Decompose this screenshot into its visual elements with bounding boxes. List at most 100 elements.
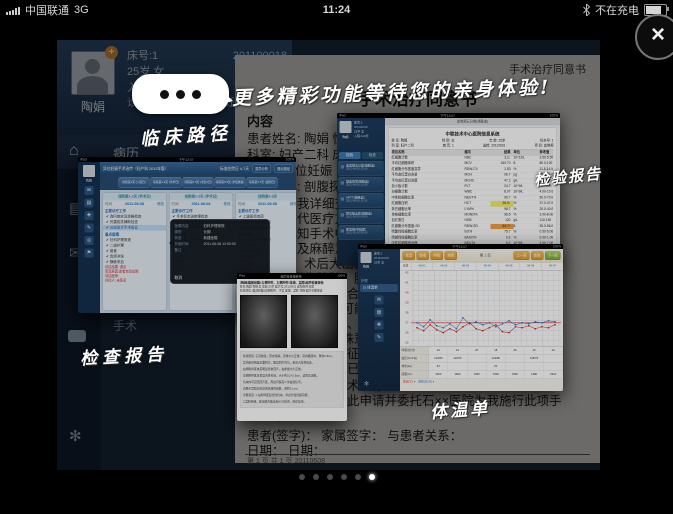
temp-toolbar-button: 脉搏 xyxy=(417,251,430,260)
y-axis-label: 35 xyxy=(400,342,410,345)
ultrasound-image xyxy=(240,295,287,348)
column-header: 住院第2-3天 xyxy=(236,193,296,201)
sidebar-icon: ▤ xyxy=(375,308,384,317)
y-axis-label: 41 xyxy=(400,282,410,285)
pathway-sidebar: 陶娟 ✉▤✚✎◎⚑ xyxy=(78,162,100,313)
lab-list-item: 肝功能全套(静脉血)2011-05-31 09:00 xyxy=(339,209,384,224)
pathway-button-exit: 退出路径 xyxy=(274,165,293,173)
clock: 11:24 xyxy=(0,4,673,16)
date-cell: 06-06 xyxy=(520,263,542,271)
y-axis-label: 42 xyxy=(400,272,410,275)
sidebar-icon: ◎ xyxy=(85,236,94,245)
page-indicator: 第 1 页 xyxy=(459,253,513,258)
lab-report-title: 中联技术中心医院信息系统 xyxy=(392,130,554,139)
gear-icon: ✻ xyxy=(364,380,369,387)
y-axis-label: 38 xyxy=(400,312,410,315)
date-cell: 06-05 xyxy=(498,263,520,271)
temperature-chart: 4241403938373635 xyxy=(400,271,563,347)
column-header: 住院第1-2天 (手术日) xyxy=(170,193,233,201)
doc-footer: 第 1 页 共 1 页 20110608 xyxy=(247,456,325,466)
temp-sidebar: 陶娟 床号:120110001825岁 女 护理 体温单 ✉▤✚✎ ✻ xyxy=(358,249,400,391)
page-dot[interactable] xyxy=(369,474,375,480)
doc-section-label: 内容 xyxy=(247,111,273,130)
speech-bubble xyxy=(132,74,229,114)
stage-pill: 住院第1天 (入院日) xyxy=(119,177,150,188)
chat-bubble-icon xyxy=(68,330,86,342)
chart-legend: 体温(℃) ● 脉搏(次/分) ● xyxy=(400,379,563,385)
sidebar-icon: ✚ xyxy=(375,321,384,330)
stage-pill: 住院第2-3天 (术后1日) xyxy=(183,177,214,188)
bed-number: 床号:1 xyxy=(127,48,158,64)
ultrasound-image xyxy=(291,295,338,348)
close-button[interactable]: × xyxy=(635,14,673,60)
page-dot[interactable] xyxy=(355,474,361,480)
table-row-label: 体重(kg) xyxy=(400,363,429,371)
y-axis-label: 36 xyxy=(400,332,410,335)
handwriting-temp-label: 体温单 xyxy=(429,394,491,423)
stage-pill: 住院第3-5天 (术后恢复) xyxy=(215,177,246,188)
sidebar-icon: ✎ xyxy=(85,224,94,233)
date-cell: 06-03 xyxy=(454,263,476,271)
finding-line: 2.盆腔积液。建议结合临床及HCG检查，随诊复查。 xyxy=(243,399,341,406)
app-screen: 中国联通 3G 11:24 不在充电 ✎ + 陶娟 床号:1201100018 … xyxy=(0,0,673,514)
pathway-title: 异位妊娠手术治疗（妇产科 2011年版） xyxy=(103,166,217,172)
temp-toolbar-button: 疼痛 xyxy=(445,251,458,260)
lab-list-item: APTT(静脉血)2011-06-01 11:00 xyxy=(339,193,384,208)
nursing-group-label: 护理 xyxy=(358,277,400,284)
mini-avatar xyxy=(340,121,352,133)
vitals-table: 呼吸(次/分)20192018201920 血压(mmHg)120/80118/… xyxy=(400,347,563,380)
table-row-label: 呼吸(次/分) xyxy=(400,347,429,355)
y-axis-label: 40 xyxy=(400,292,410,295)
lab-list-item: 凝血四项(静脉血)2011-06-01 12:00 xyxy=(339,177,384,192)
sidebar-icon: ✚ xyxy=(85,211,94,220)
variance-note: 评估人: 未签名 xyxy=(103,279,166,284)
query-button: 查询 xyxy=(531,251,544,260)
stage-row: 住院第1天 (入院日)住院第1-2天 (手术日)住院第2-3天 (术后1日)住院… xyxy=(100,175,296,190)
temp-toolbar-button: 呼吸 xyxy=(431,251,444,260)
shot-exam-report: iPad超声检查报告单100% (陶娟)腹部经腹±左侧附件、右侧附件(常规、盆腔… xyxy=(237,273,347,421)
report-name-strip: 血常规五分类(静脉血) xyxy=(385,118,560,126)
status-bar: 中国联通 3G 11:24 不在充电 xyxy=(0,0,673,20)
column-header: 住院第1-2天 (手术日) xyxy=(103,193,166,201)
lab-tab: 检查 xyxy=(362,152,383,159)
sidebar-icon: ▤ xyxy=(85,199,94,208)
gear-icon: ✻ xyxy=(69,427,82,445)
patient-name: 陶娟 xyxy=(71,98,115,115)
lab-list-item: 血常规五分类(静脉血)2011-06-01 12:00 xyxy=(339,161,384,176)
page-dot[interactable] xyxy=(313,474,319,480)
sidebar-icon: ✉ xyxy=(85,186,94,195)
shot-temperature-chart: iPad下午12:07100% 陶娟 床号:120110001825岁 女 护理… xyxy=(358,244,563,391)
table-row-label: 血压(mmHg) xyxy=(400,355,429,363)
sidebar-icon: ⚑ xyxy=(85,249,94,258)
mini-avatar xyxy=(361,252,372,263)
exam-findings: 检查所见: 子宫前位，形态饱满，宫体大小正常，宫内膜居中，厚约0.8cm。宫内未… xyxy=(240,351,344,408)
handwriting-exam-label: 检查报告 xyxy=(79,340,168,370)
tutorial-overlay-stage[interactable]: ✎ + 陶娟 床号:1201100018 25岁 女 入院:110天 诊断:(O… xyxy=(0,20,673,514)
exam-site-line: 检查部位: 腹部经腹±双侧附件、子宫 常规、盆腔 住院 超声诊断申请 xyxy=(240,289,344,293)
popover-cancel-button: 取消 xyxy=(175,275,183,281)
prev-week-button: 上一周 xyxy=(514,251,530,260)
date-cell: 06-01 xyxy=(411,263,433,271)
sidebar-icon: ✉ xyxy=(375,296,384,305)
stage-pill: 住院第4-7天 (出院日) xyxy=(247,177,278,188)
date-cell: 06-04 xyxy=(476,263,498,271)
temp-chart-svg xyxy=(411,271,561,346)
page-dot[interactable] xyxy=(327,474,333,480)
record-list-fragment: 手术 xyxy=(113,317,137,334)
page-dot[interactable] xyxy=(299,474,305,480)
pathway-column: 住院第1-2天 (手术日) 时间2011-06-08修改 主要诊疗工作 询问病史… xyxy=(103,193,167,311)
table-row-label: 尿量(ml) xyxy=(400,371,429,379)
temp-toolbar-button: 体温 xyxy=(403,251,416,260)
pathway-button-variance: 变异分析 xyxy=(252,165,271,173)
lab-tab: 检验 xyxy=(339,152,360,159)
next-week-button: 下一周 xyxy=(545,251,561,260)
standard-stay-label: 标准住院日 4-7天 xyxy=(220,166,249,172)
add-badge-icon: + xyxy=(105,46,118,59)
stage-pill: 住院第1-2天 (手术日) xyxy=(151,177,182,188)
page-dot[interactable] xyxy=(341,474,347,480)
lab-list-item: 尿常规(中段尿)2011-05-30 08:00 xyxy=(339,225,384,240)
date-cell: 06-02 xyxy=(433,263,455,271)
temp-chart-menu-item: 体温单 xyxy=(360,284,398,292)
temp-toolbar: 体温脉搏呼吸疼痛 第 1 页 上一周 查询 下一周 xyxy=(400,249,563,263)
date-cell: 06-07 xyxy=(541,263,563,271)
